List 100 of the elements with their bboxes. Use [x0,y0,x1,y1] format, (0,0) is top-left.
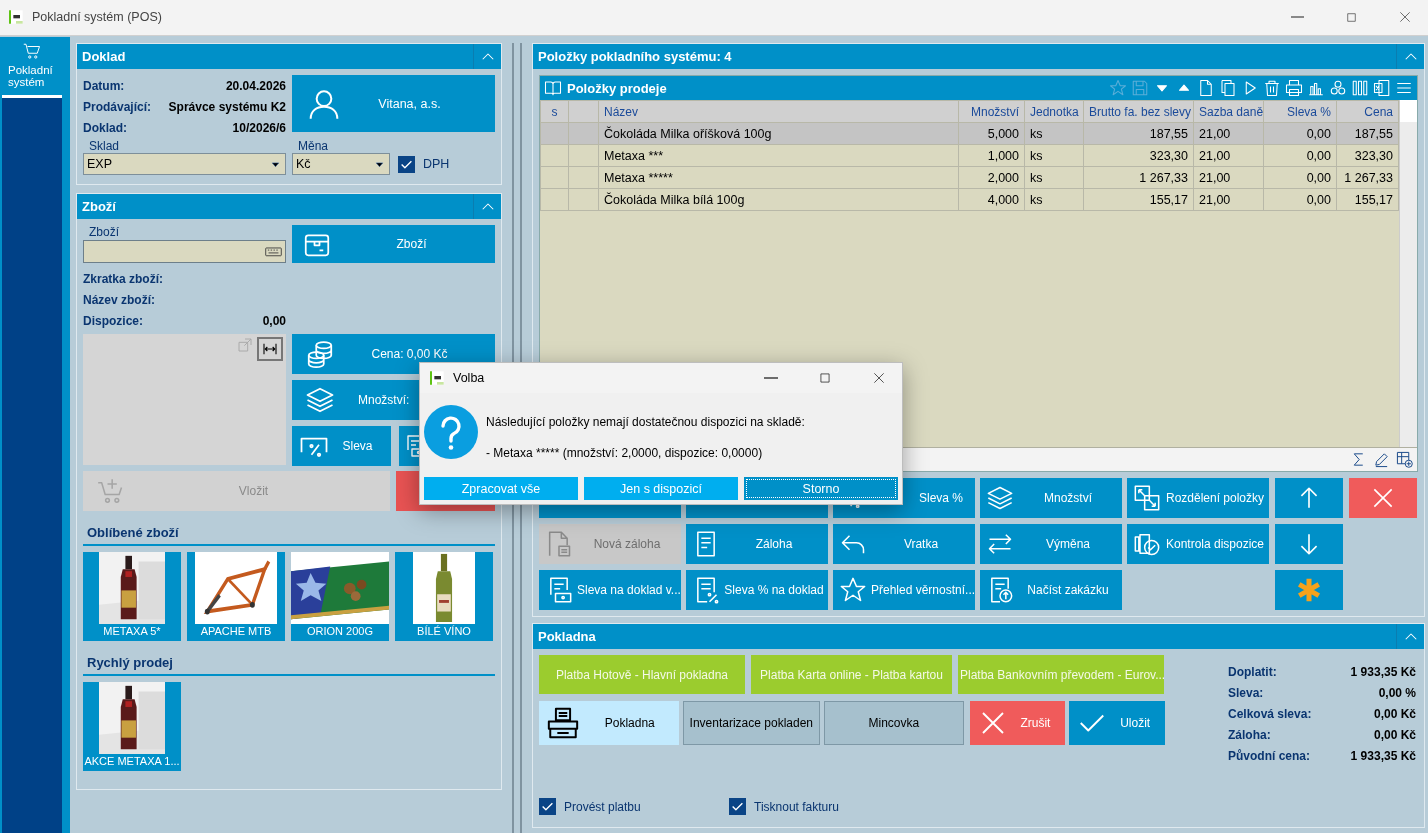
product-field[interactable] [83,240,286,263]
table-add-icon[interactable] [1396,451,1413,468]
panel-title: Položky pokladního systému: 4 [538,49,732,64]
table-row[interactable]: Čokoláda Milka oříšková 100g 5,000 ks 187,55 21,00 0,00 187,55 [540,122,1399,145]
summary-value: 0,00 % [1378,685,1416,700]
customer-button[interactable]: Vitana, a.s. [292,75,495,132]
layers-icon [304,385,336,415]
column-header[interactable]: Množství [958,100,1025,123]
fit-width-button[interactable] [257,337,283,361]
column-header[interactable]: Sazba daně [1193,100,1264,123]
table-row[interactable]: Metaxa *** 1,000 ks 323,30 21,00 0,00 323,30 [540,144,1399,167]
discount-button[interactable]: Sleva [292,426,391,466]
field-value: Správce systému K2 [168,99,286,114]
pencil-icon[interactable] [1373,451,1390,468]
printer-icon[interactable] [1285,79,1303,97]
command-button[interactable]: Uložit [1069,701,1165,745]
action-button[interactable] [1275,524,1343,564]
cash-register-icon [546,706,580,740]
field-label: Název zboží: [83,292,155,307]
dialog-button[interactable]: Zpracovat vše [424,477,578,500]
table-cell: 0,00 [1263,188,1337,211]
column-header[interactable]: Název [598,100,959,123]
action-button[interactable]: Výměna [980,524,1122,564]
panel-title: Doklad [82,49,126,64]
table-row[interactable]: Čokoláda Milka bílá 100g 4,000 ks 155,17 21,00 0,00 155,17 [540,188,1399,211]
mode-button[interactable]: Inventarizace pokladen [682,701,821,745]
table-row[interactable]: Metaxa ***** 2,000 ks 1 267,33 21,00 0,00 1 267,33 [540,166,1399,189]
dialog-button[interactable]: Storno [744,477,898,500]
trash-icon[interactable] [1263,79,1281,97]
scrollbar[interactable] [1399,100,1417,447]
summary-label: Původní cena: [1228,748,1310,763]
close-icon [872,371,886,385]
table-cell: 21,00 [1193,188,1264,211]
field-label: Zboží [88,225,120,240]
checkbox-label: DPH [423,157,450,171]
circles-icon[interactable] [1329,79,1347,97]
action-button[interactable]: Sleva % na doklad [686,570,828,610]
checkbox-label: Provést platbu [564,799,641,814]
summary-value: 0,00 Kč [1373,706,1416,721]
column-header[interactable]: Jednotka [1024,100,1084,123]
column-header[interactable]: s [540,100,569,123]
action-button[interactable]: Záloha [686,524,828,564]
product-tile[interactable]: AKCE METAXA 1... [83,682,181,771]
mode-button[interactable]: Mincovka [824,701,964,745]
table-cell: 323,30 [1336,144,1399,167]
copy-icon[interactable] [1219,79,1237,97]
checkbox[interactable] [398,155,415,173]
action-button[interactable] [1275,478,1343,518]
action-button[interactable]: Sleva na doklad v... [539,570,681,610]
check-icon [541,800,554,813]
table-cell: Metaxa ***** [598,166,959,189]
columns-icon[interactable] [1351,79,1369,97]
table-cell: Čokoláda Milka bílá 100g [598,188,959,211]
action-button[interactable]: Přehled věrnostní... [833,570,975,610]
field-label: Měna [297,139,330,153]
split-icon [1133,484,1161,512]
action-button[interactable]: Načíst zakázku [980,570,1122,610]
maximize-icon [818,371,832,385]
table-cell: Čokoláda Milka oříšková 100g [598,122,959,145]
summary-value: 1 933,35 Kč [1350,748,1416,763]
product-tile[interactable]: APACHE MTB [187,552,285,641]
table-cell: ks [1024,166,1084,189]
table-cell: 1,000 [958,144,1025,167]
table-cell: 155,17 [1336,188,1399,211]
command-button[interactable]: Zrušit [969,701,1066,745]
product-tile[interactable]: METAXA 5* [83,552,181,641]
product-tile[interactable]: BÍLÉ VÍNO [395,552,493,641]
table-cell: 21,00 [1193,144,1264,167]
summary-label: Sleva: [1228,685,1264,700]
minimize-icon [764,377,778,379]
product-tile[interactable]: ORION 200G [291,552,389,641]
table-cell: 1 267,33 [1083,166,1194,189]
panel-title: Zboží [82,199,116,214]
action-button[interactable]: Kontrola dispozice [1127,524,1269,564]
column-header[interactable]: Brutto fa. bez slevy [1083,100,1194,123]
field-label: Sklad [88,139,121,153]
cart-add-icon [97,477,125,505]
checkbox[interactable] [539,798,556,815]
mode-button[interactable]: Pokladna [539,701,679,745]
column-header[interactable]: Sleva % [1263,100,1337,123]
dialog-button[interactable]: Jen s dispozicí [584,477,738,500]
field-label: Doklad: [83,120,127,135]
column-header[interactable]: Cena [1336,100,1399,123]
new-document-icon[interactable] [1197,79,1215,97]
currency-dropdown[interactable]: Kč [292,153,390,175]
table-cell: 1 267,33 [1336,166,1399,189]
action-button[interactable]: Vratka [833,524,975,564]
action-button[interactable]: Množství [980,478,1122,518]
action-button[interactable] [1275,570,1343,610]
star-icon[interactable] [1109,79,1127,97]
field-label: Dispozice: [83,313,143,328]
action-button[interactable] [1349,478,1417,518]
warehouse-dropdown[interactable]: EXP [83,153,286,175]
product-button[interactable]: Zboží [292,225,495,263]
layers-icon [986,484,1014,512]
spreadsheet-icon[interactable] [1373,79,1391,97]
checkbox[interactable] [729,798,746,815]
checkbox-label: Tisknout fakturu [754,799,839,814]
action-button[interactable]: Rozdělení položky [1127,478,1269,518]
summary-label: Doplatit: [1228,664,1277,679]
